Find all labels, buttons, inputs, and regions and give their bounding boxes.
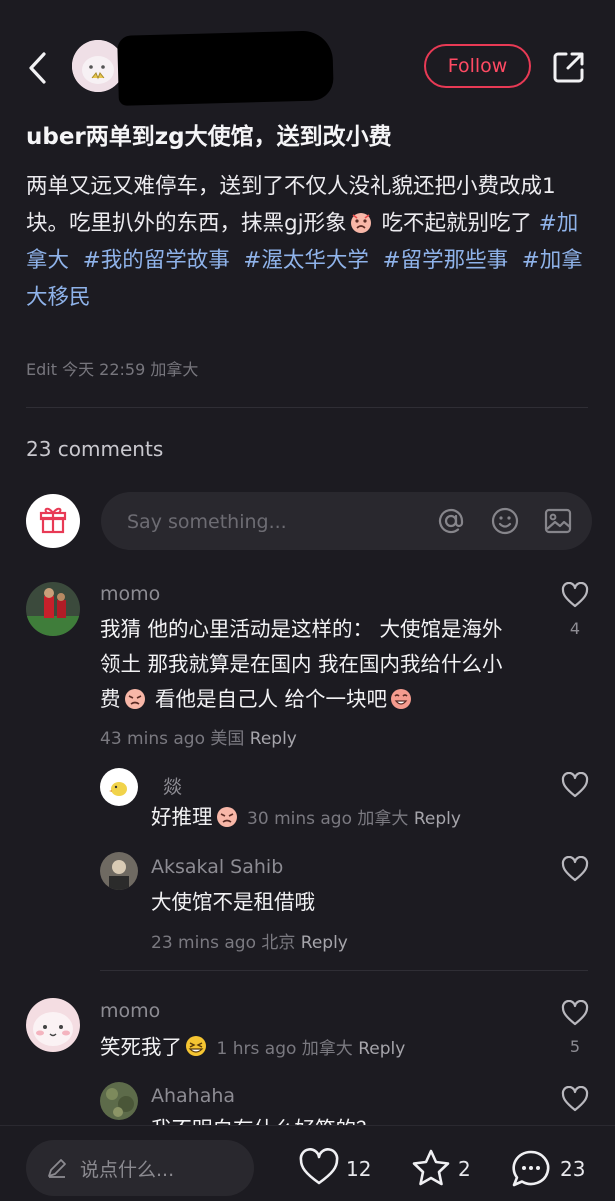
collects-count: 2 [458, 1157, 471, 1181]
heart-icon[interactable] [561, 772, 589, 798]
heart-icon[interactable] [561, 856, 589, 882]
laughing-face-emoji-icon [184, 1034, 208, 1058]
bottom-input-placeholder: 说点什么... [80, 1159, 175, 1181]
pencil-icon [46, 1157, 68, 1179]
avatar-photo [100, 852, 138, 890]
avatar[interactable] [26, 998, 80, 1052]
frustrated-face-emoji-icon [123, 686, 147, 710]
comment-text: 笑死我了 1 hrs ago 加拿大 Reply [100, 1030, 405, 1067]
reply-text: 好推理 30 mins ago 加拿大 Reply [151, 800, 461, 837]
post-body-text-2: 吃不起就别吃了 [374, 211, 539, 236]
share-icon [553, 52, 584, 83]
comment-author[interactable]: Ahahaha [151, 1085, 235, 1107]
avatar[interactable] [100, 852, 138, 890]
post-title: uber两单到zg大使馆，送到改小费 [26, 124, 392, 150]
gift-button[interactable] [26, 494, 80, 548]
comment-author[interactable]: momo [100, 583, 160, 605]
frustrated-face-emoji-icon [215, 804, 239, 828]
image-icon[interactable] [542, 505, 574, 537]
collect-button[interactable] [410, 1148, 452, 1188]
reply-text-content: 好推理 [151, 805, 213, 829]
reply-timestamp-location: 30 mins ago 加拿大 [247, 809, 409, 829]
divider [26, 407, 588, 408]
like-count: 4 [569, 619, 581, 638]
comments-count: 23 comments [26, 437, 164, 461]
avatar-illustration [33, 1012, 73, 1046]
reply-meta: 23 mins ago 北京 Reply [151, 928, 348, 953]
avatar-illustration [72, 40, 124, 92]
bottom-comment-input[interactable]: 说点什么... [26, 1140, 254, 1196]
speech-bubble-icon [512, 1150, 550, 1187]
star-icon [412, 1149, 450, 1186]
reply-button[interactable]: Reply [250, 729, 297, 749]
comment-text-part: 看他是自己人 给个一块吧 [148, 687, 388, 711]
comments-total-count: 23 [560, 1157, 586, 1181]
author-avatar[interactable] [72, 40, 124, 92]
heart-icon [299, 1148, 339, 1185]
emoji-icon[interactable] [489, 505, 521, 537]
avatar-bird-icon [109, 782, 127, 796]
hashtag-study-abroad[interactable]: #留学那些事 [383, 248, 509, 273]
reply-button[interactable]: Reply [414, 809, 461, 829]
hashtag-uottawa[interactable]: #渥太华大学 [243, 248, 369, 273]
avatar-photo [26, 582, 80, 636]
reply-button[interactable]: Reply [358, 1039, 405, 1059]
back-button[interactable] [22, 48, 58, 88]
grin-face-emoji-icon [389, 686, 413, 710]
chevron-left-icon [29, 52, 46, 84]
likes-count: 12 [346, 1157, 372, 1181]
comment-input-container[interactable] [101, 492, 592, 552]
reply-text: 大使馆不是租借哦 [151, 890, 315, 914]
comment-author[interactable]: momo [100, 1000, 160, 1022]
redacted-username [117, 30, 334, 106]
avatar[interactable] [100, 1082, 138, 1120]
comment-timestamp-location: 43 mins ago 美国 [100, 729, 245, 749]
avatar[interactable] [100, 768, 138, 806]
mention-icon[interactable] [435, 505, 467, 537]
like-button[interactable] [298, 1148, 340, 1188]
heart-icon[interactable] [561, 582, 589, 608]
comment-meta: 43 mins ago 美国 Reply [100, 724, 297, 749]
comment-text: 我猜 他的心里活动是这样的： 大使馆是海外领土 那我就算是在国内 我在国内我给什… [100, 612, 520, 717]
comment-text-content: 笑死我了 [100, 1035, 182, 1059]
angry-face-emoji-icon [349, 210, 373, 234]
comment-timestamp-location: 1 hrs ago 加拿大 [216, 1039, 353, 1059]
reply-button[interactable]: Reply [301, 933, 348, 953]
hashtag-study-abroad-story[interactable]: #我的留学故事 [83, 248, 230, 273]
avatar-photo [100, 1082, 138, 1120]
post-meta: Edit 今天 22:59 加拿大 [26, 360, 199, 379]
comment-input[interactable] [125, 492, 419, 552]
heart-icon[interactable] [561, 1000, 589, 1026]
post-body: 两单又远又难停车，送到了不仅人没礼貌还把小费改成1块。吃里扒外的东西，抹黑gj形… [26, 168, 596, 316]
comment-author[interactable]: 燚 [163, 772, 182, 799]
gift-icon [39, 507, 67, 534]
heart-icon[interactable] [561, 1086, 589, 1112]
like-count: 5 [569, 1037, 581, 1056]
divider [100, 970, 588, 971]
share-button[interactable] [550, 48, 588, 86]
comment-author[interactable]: Aksakal Sahib [151, 856, 283, 878]
follow-button[interactable]: Follow [424, 44, 531, 88]
avatar[interactable] [26, 582, 80, 636]
reply-timestamp-location: 23 mins ago 北京 [151, 933, 296, 953]
comments-button[interactable] [510, 1148, 552, 1190]
